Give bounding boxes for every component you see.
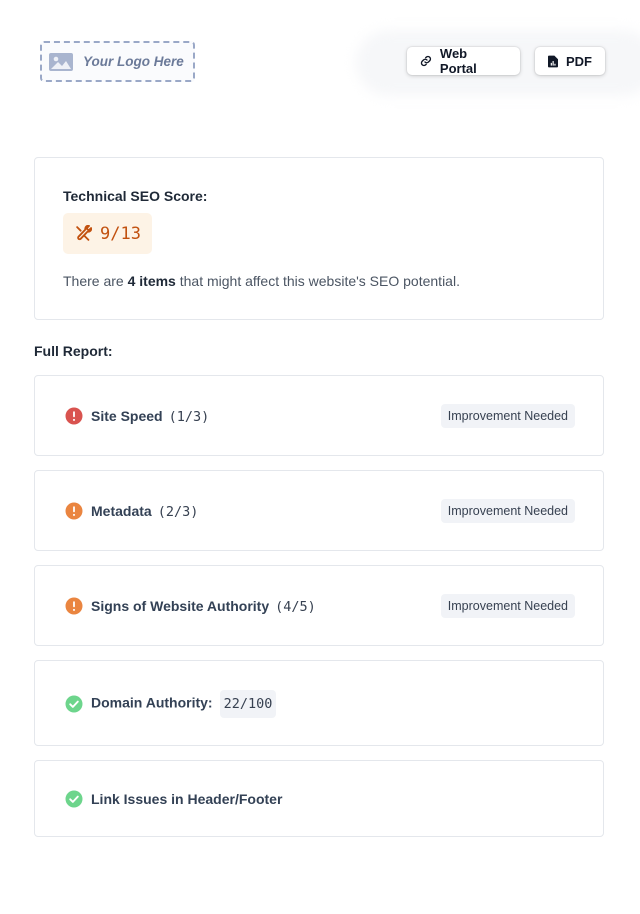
- pdf-button[interactable]: PDF: [535, 47, 605, 75]
- score-title: Technical SEO Score:: [63, 188, 208, 204]
- seo-score-card: Technical SEO Score: 9/13 There are 4 it…: [34, 157, 604, 320]
- item-score: (4/5): [275, 599, 316, 615]
- check-circle-icon: [65, 695, 83, 713]
- file-chart-icon: [548, 55, 558, 67]
- item-label: Metadata (2/3): [91, 502, 198, 521]
- tools-icon: [76, 225, 92, 241]
- link-icon: [420, 55, 432, 67]
- score-description: There are 4 items that might affect this…: [63, 273, 460, 289]
- score-desc-prefix: There are: [63, 273, 128, 289]
- item-score: (1/3): [168, 409, 210, 425]
- item-label: Site Speed (1/3): [91, 407, 209, 426]
- item-label: Domain Authority: 22/100: [91, 690, 277, 718]
- item-name: Link Issues in Header/Footer: [91, 791, 283, 807]
- score-value: 9/13: [100, 223, 141, 244]
- image-icon: [49, 52, 73, 71]
- web-portal-label: Web Portal: [439, 46, 477, 76]
- logo-text: Your Logo Here: [83, 54, 184, 69]
- domain-authority-value: 22/100: [219, 690, 277, 718]
- status-badge: Improvement Needed: [440, 594, 575, 618]
- report-item-domain-authority[interactable]: Domain Authority: 22/100: [34, 660, 604, 746]
- warning-icon: [65, 502, 83, 520]
- error-icon: [65, 407, 83, 425]
- report-item-website-authority[interactable]: Signs of Website Authority (4/5) Improvem…: [34, 565, 604, 646]
- check-circle-icon: [65, 790, 83, 808]
- warning-icon: [65, 597, 83, 615]
- item-score: (2/3): [157, 504, 199, 520]
- score-desc-suffix: that might affect this website's SEO pot…: [175, 273, 460, 289]
- score-desc-count: 4 items: [127, 273, 176, 289]
- report-item-site-speed[interactable]: Site Speed (1/3) Improvement Needed: [34, 375, 604, 456]
- score-badge: 9/13: [63, 213, 152, 254]
- web-portal-button[interactable]: Web Portal: [407, 46, 520, 76]
- report-item-metadata[interactable]: Metadata (2/3) Improvement Needed: [34, 470, 604, 551]
- item-name: Site Speed: [91, 408, 163, 424]
- full-report-heading: Full Report:: [34, 343, 113, 359]
- item-name: Domain Authority:: [91, 694, 213, 711]
- report-item-link-issues[interactable]: Link Issues in Header/Footer: [34, 760, 604, 837]
- item-name: Metadata: [91, 503, 152, 519]
- item-label: Link Issues in Header/Footer: [91, 790, 282, 808]
- item-name: Signs of Website Authority: [91, 598, 270, 614]
- status-badge: Improvement Needed: [440, 404, 575, 428]
- status-badge: Improvement Needed: [440, 499, 575, 523]
- pdf-label: PDF: [566, 53, 592, 69]
- logo-placeholder: Your Logo Here: [40, 41, 195, 82]
- item-label: Signs of Website Authority (4/5): [91, 597, 316, 616]
- header: Your Logo Here Web Portal PDF: [0, 0, 640, 120]
